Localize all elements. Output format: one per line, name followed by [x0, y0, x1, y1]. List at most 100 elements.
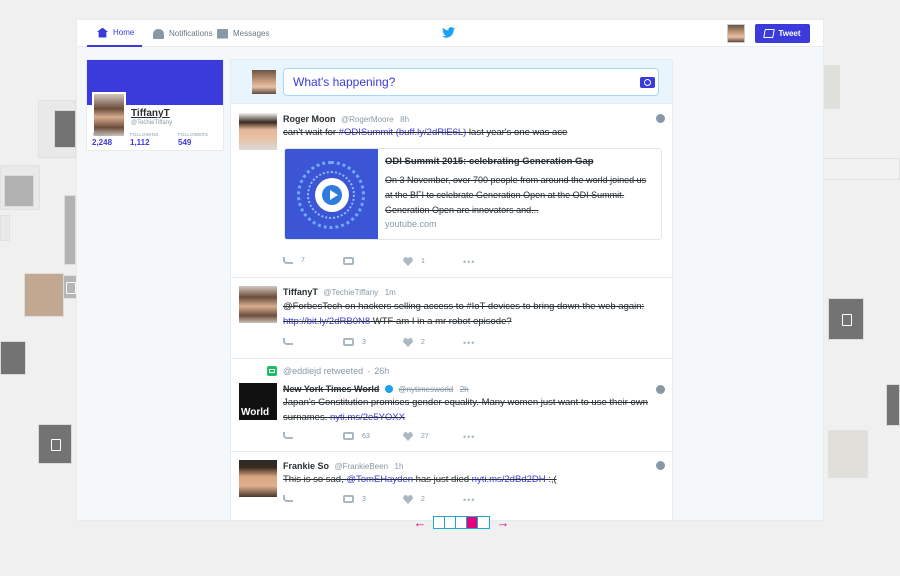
file-icon — [828, 298, 864, 340]
stat-value: 549 — [178, 138, 192, 147]
tweet-text-segment: :,( — [545, 474, 557, 485]
compose-placeholder: What's happening? — [293, 75, 396, 89]
tweet-author[interactable]: Roger Moon @RogerMoore 8h — [283, 114, 409, 124]
avatar-label: World — [241, 407, 270, 418]
tweet-text-segment: can't wait for — [283, 127, 339, 138]
more-action[interactable]: ••• — [463, 432, 475, 442]
retweet-action[interactable]: 63 — [343, 432, 370, 440]
like-action[interactable]: 2 — [403, 495, 425, 504]
tweet-time: 1h — [394, 462, 404, 471]
reply-action[interactable] — [283, 338, 293, 345]
reply-icon — [283, 432, 293, 439]
tweet-button[interactable]: Tweet — [755, 24, 810, 43]
compose-avatar — [252, 70, 276, 94]
like-count: 2 — [421, 496, 425, 503]
url-link[interactable]: nyti.ms/2dBd2DH — [472, 474, 546, 485]
stat-value: 2,248 — [92, 138, 113, 147]
reply-action[interactable]: 7 — [283, 257, 305, 264]
user-avatar[interactable] — [727, 24, 745, 43]
reply-icon — [283, 257, 293, 264]
retweet-action[interactable]: 3 — [343, 495, 366, 503]
tweet[interactable]: TiffanyT @TechieTiffany 1m @ForbesTech o… — [231, 279, 672, 359]
tweet-author-name: Frankie So — [283, 461, 330, 471]
tweet-avatar[interactable] — [239, 460, 277, 497]
next-arrow-icon[interactable]: → — [495, 515, 511, 530]
tweet-author[interactable]: New York Times World @nytimesworld 2h — [283, 384, 469, 394]
background-thumbnail — [24, 273, 64, 317]
like-action[interactable]: 2 — [403, 338, 425, 347]
like-action[interactable]: 1 — [403, 257, 425, 266]
tweet-time: 8h — [400, 115, 410, 124]
nav-messages[interactable]: Messages — [217, 20, 269, 47]
file-icon — [38, 424, 72, 464]
pager-page-1[interactable] — [434, 516, 445, 528]
prev-arrow-icon[interactable]: ← — [412, 515, 428, 530]
stat-following[interactable]: FOLLOWING 1,112 — [130, 132, 159, 147]
stat-followers[interactable]: FOLLOWERS 549 — [178, 132, 208, 147]
mention-link[interactable]: @TomEHayden — [346, 474, 413, 485]
compose-input[interactable]: What's happening? — [283, 68, 659, 96]
more-icon: ••• — [463, 495, 476, 505]
nav-home[interactable]: Home — [87, 20, 142, 47]
card-domain: youtube.com — [385, 219, 437, 229]
more-icon: ••• — [463, 432, 476, 442]
tweet-author[interactable]: TiffanyT @TechieTiffany 1m — [283, 287, 396, 297]
tweet-author-name: TiffanyT — [283, 287, 318, 297]
pager-page-4[interactable] — [467, 516, 478, 528]
tweet-avatar[interactable]: World — [239, 383, 277, 420]
tweet-avatar[interactable] — [239, 113, 277, 150]
twitter-bird-icon[interactable] — [442, 27, 455, 38]
reply-action[interactable] — [283, 432, 293, 439]
background-thumbnail — [4, 175, 34, 207]
tweet-handle: @FrankieBeen — [334, 462, 389, 471]
more-action[interactable]: ••• — [463, 338, 475, 348]
pager-page-2[interactable] — [445, 516, 456, 528]
play-icon[interactable] — [315, 178, 349, 212]
more-action[interactable]: ••• — [463, 257, 475, 267]
profile-name[interactable]: TiffanyT — [131, 108, 170, 119]
tweet-button-label: Tweet — [778, 29, 801, 38]
retweet-action[interactable] — [343, 257, 362, 265]
retweet-context[interactable]: @eddiejd retweeted · 26h — [267, 366, 389, 376]
twitter-app-window: Home Notifications Messages Tweet Tiffan… — [76, 19, 824, 521]
stat-value: 1,112 — [130, 138, 150, 147]
reply-count: 7 — [301, 257, 305, 264]
retweet-action[interactable]: 3 — [343, 338, 366, 346]
tweet[interactable]: Frankie So @FrankieBeen 1h This is so sa… — [231, 453, 672, 520]
retweet-time: 26h — [374, 366, 390, 376]
nav-notifications[interactable]: Notifications — [153, 20, 213, 47]
pager-page-5[interactable] — [478, 516, 489, 528]
retweet-icon — [343, 338, 354, 346]
reply-action[interactable] — [283, 495, 293, 502]
like-count: 1 — [421, 258, 425, 265]
nav-notifications-label: Notifications — [169, 29, 213, 38]
retweet-count: 3 — [362, 338, 366, 346]
link-preview-card[interactable]: ODI Summit 2015: celebrating Generation … — [284, 148, 662, 240]
more-action[interactable]: ••• — [463, 495, 475, 505]
background-thumbnail — [64, 195, 76, 265]
more-icon: ••• — [463, 338, 476, 348]
tweet-avatar[interactable] — [239, 286, 277, 323]
hashtag-link[interactable]: #ODISummit — [339, 127, 393, 138]
quill-icon — [763, 29, 776, 38]
pager-page-3[interactable] — [456, 516, 467, 528]
camera-icon[interactable] — [640, 77, 655, 88]
tweet-author[interactable]: Frankie So @FrankieBeen 1h — [283, 461, 403, 471]
tweet-text: can't wait for #ODISummit (buff.ly/2dRlE… — [283, 125, 668, 140]
like-action[interactable]: 27 — [403, 432, 429, 441]
timeline: What's happening? Roger Moon @RogerMoore… — [230, 59, 673, 520]
tweet-author-name: Roger Moon — [283, 114, 336, 124]
stat-tweets[interactable]: TWEETS 2,248 — [92, 132, 112, 147]
home-icon — [97, 27, 108, 38]
tweet[interactable]: @eddiejd retweeted · 26h World New York … — [231, 360, 672, 452]
globe-icon — [656, 385, 665, 394]
url-link[interactable]: http://bit.ly/2dRB0N8 — [283, 316, 370, 327]
top-navigation-bar: Home Notifications Messages Tweet — [77, 20, 823, 47]
url-link[interactable]: nyti.ms/2e5YOXX — [330, 412, 405, 423]
nav-messages-label: Messages — [233, 29, 270, 38]
url-link[interactable]: (buff.ly/2dRlE6L) — [396, 127, 467, 138]
bell-icon — [153, 28, 164, 39]
reply-icon — [283, 338, 293, 345]
tweet[interactable]: Roger Moon @RogerMoore 8h can't wait for… — [231, 105, 672, 278]
tweet-handle: @nytimesworld — [398, 385, 454, 394]
